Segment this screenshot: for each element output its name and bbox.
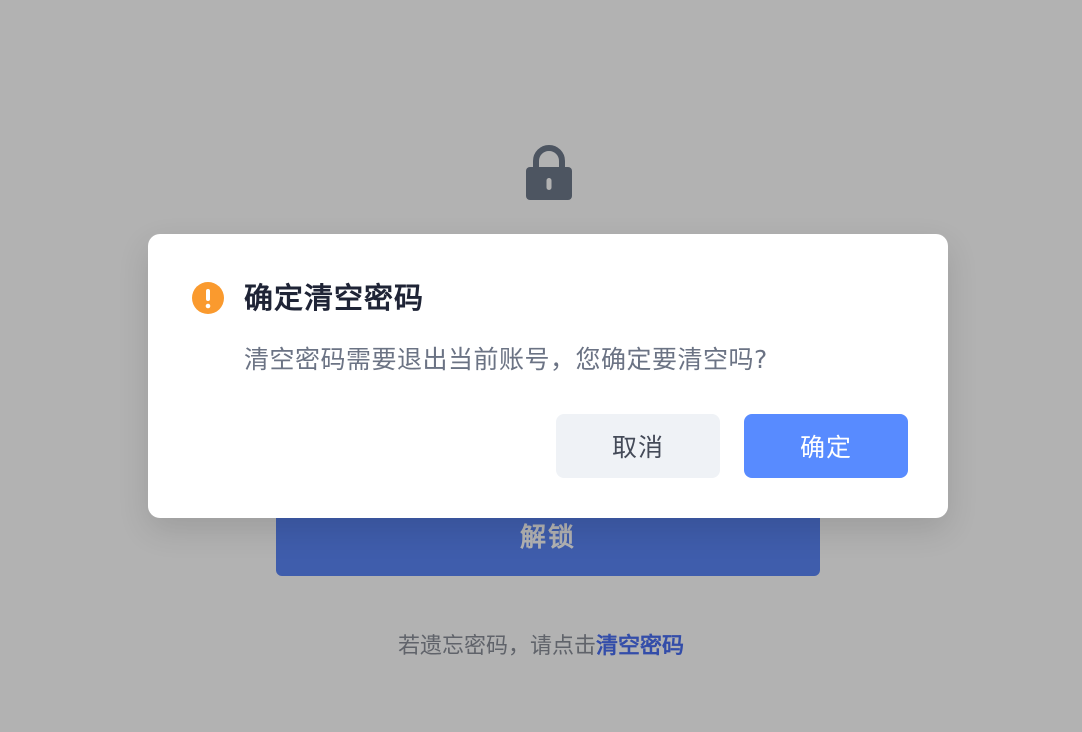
cancel-button-label: 取消 bbox=[611, 433, 664, 462]
cancel-button[interactable]: 取消 bbox=[556, 414, 720, 478]
dialog-message: 清空密码需要退出当前账号，您确定要清空吗? bbox=[244, 345, 768, 374]
warning-icon bbox=[192, 282, 224, 314]
confirm-dialog: 确定清空密码 清空密码需要退出当前账号，您确定要清空吗? 取消 确定 bbox=[148, 234, 948, 518]
confirm-button[interactable]: 确定 bbox=[744, 414, 908, 478]
dialog-title: 确定清空密码 bbox=[244, 281, 425, 315]
lock-screen: 解锁 若遗忘密码，请点击清空密码 确定清空密码 清空密码需要退出当前账号，您确定… bbox=[0, 0, 1082, 732]
confirm-button-label: 确定 bbox=[799, 433, 852, 462]
